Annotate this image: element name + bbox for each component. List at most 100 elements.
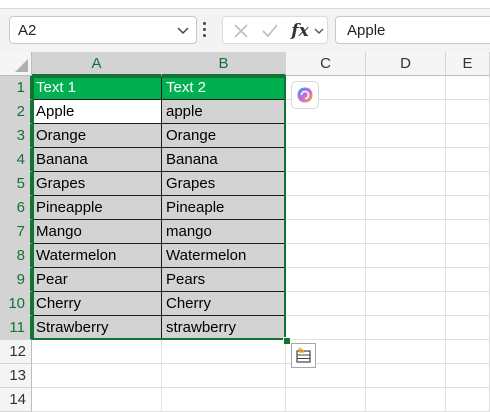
empty-cell[interactable]	[286, 244, 366, 268]
chevron-down-icon[interactable]	[176, 23, 190, 37]
empty-cell[interactable]	[286, 124, 366, 148]
column-header-c[interactable]: C	[286, 52, 366, 76]
function-dropdown[interactable]	[311, 17, 327, 45]
empty-cell[interactable]	[286, 292, 366, 316]
empty-cell[interactable]	[366, 340, 446, 364]
empty-cell[interactable]	[446, 76, 490, 100]
table-cell[interactable]: Watermelon	[32, 244, 162, 268]
empty-cell[interactable]	[32, 364, 162, 388]
empty-cell[interactable]	[446, 364, 490, 388]
fill-handle[interactable]	[283, 337, 291, 345]
empty-cell[interactable]	[366, 172, 446, 196]
empty-cell[interactable]	[32, 388, 162, 412]
table-cell[interactable]: mango	[162, 220, 286, 244]
row-header[interactable]: 12	[0, 340, 32, 364]
empty-cell[interactable]	[366, 220, 446, 244]
table-cell[interactable]: Banana	[162, 148, 286, 172]
empty-cell[interactable]	[366, 364, 446, 388]
empty-cell[interactable]	[366, 100, 446, 124]
header-cell[interactable]: Text 1	[32, 76, 162, 100]
name-box-value[interactable]: A2	[18, 22, 36, 39]
empty-cell[interactable]	[366, 124, 446, 148]
table-cell[interactable]: Grapes	[162, 172, 286, 196]
empty-cell[interactable]	[286, 388, 366, 412]
empty-cell[interactable]	[366, 388, 446, 412]
row-header[interactable]: 10	[0, 292, 32, 316]
empty-cell[interactable]	[446, 196, 490, 220]
table-cell[interactable]: Pear	[32, 268, 162, 292]
table-cell[interactable]: Banana	[32, 148, 162, 172]
empty-cell[interactable]	[366, 148, 446, 172]
table-cell[interactable]: Pineapple	[32, 196, 162, 220]
table-cell[interactable]: Orange	[32, 124, 162, 148]
row-header[interactable]: 14	[0, 388, 32, 412]
table-cell[interactable]: strawberry	[162, 316, 286, 340]
table-cell[interactable]: apple	[162, 100, 286, 124]
table-cell[interactable]: Mango	[32, 220, 162, 244]
row-header[interactable]: 9	[0, 268, 32, 292]
empty-cell[interactable]	[366, 196, 446, 220]
empty-cell[interactable]	[286, 148, 366, 172]
empty-cell[interactable]	[286, 268, 366, 292]
formula-input-value[interactable]: Apple	[347, 22, 385, 39]
row-header[interactable]: 13	[0, 364, 32, 388]
row-header[interactable]: 11	[0, 316, 32, 340]
empty-cell[interactable]	[366, 244, 446, 268]
empty-cell[interactable]	[446, 220, 490, 244]
active-cell[interactable]: Apple	[32, 100, 162, 124]
empty-cell[interactable]	[366, 316, 446, 340]
cancel-button[interactable]	[227, 17, 255, 45]
column-header-a[interactable]: A	[32, 52, 162, 76]
empty-cell[interactable]	[286, 196, 366, 220]
empty-cell[interactable]	[446, 292, 490, 316]
empty-cell[interactable]	[286, 220, 366, 244]
row-header[interactable]: 1	[0, 76, 32, 100]
empty-cell[interactable]	[286, 172, 366, 196]
table-cell[interactable]: Pineaple	[162, 196, 286, 220]
table-cell[interactable]: Watermelon	[162, 244, 286, 268]
copilot-icon	[297, 87, 313, 103]
empty-cell[interactable]	[366, 292, 446, 316]
table-cell[interactable]: Strawberry	[32, 316, 162, 340]
column-header-e[interactable]: E	[446, 52, 490, 76]
empty-cell[interactable]	[446, 340, 490, 364]
enter-button[interactable]	[255, 17, 285, 45]
empty-cell[interactable]	[32, 340, 162, 364]
empty-cell[interactable]	[162, 364, 286, 388]
empty-cell[interactable]	[286, 316, 366, 340]
empty-cell[interactable]	[446, 172, 490, 196]
row-header[interactable]: 3	[0, 124, 32, 148]
empty-cell[interactable]	[446, 388, 490, 412]
quick-analysis-button[interactable]	[291, 343, 316, 368]
empty-cell[interactable]	[446, 244, 490, 268]
row-header[interactable]: 5	[0, 172, 32, 196]
empty-cell[interactable]	[446, 100, 490, 124]
table-cell[interactable]: Grapes	[32, 172, 162, 196]
row-header[interactable]: 8	[0, 244, 32, 268]
more-options-icon[interactable]	[203, 22, 207, 38]
table-cell[interactable]: Pears	[162, 268, 286, 292]
select-all-button[interactable]	[0, 52, 32, 76]
row-header[interactable]: 7	[0, 220, 32, 244]
table-cell[interactable]: Cherry	[162, 292, 286, 316]
empty-cell[interactable]	[446, 124, 490, 148]
row-header[interactable]: 6	[0, 196, 32, 220]
empty-cell[interactable]	[162, 388, 286, 412]
header-cell[interactable]: Text 2	[162, 76, 286, 100]
table-cell[interactable]: Orange	[162, 124, 286, 148]
formula-input[interactable]: Apple	[335, 16, 490, 44]
empty-cell[interactable]	[446, 316, 490, 340]
empty-cell[interactable]	[446, 268, 490, 292]
copilot-button[interactable]	[291, 81, 319, 109]
row-header[interactable]: 4	[0, 148, 32, 172]
name-box[interactable]: A2	[9, 16, 197, 44]
empty-cell[interactable]	[162, 340, 286, 364]
empty-cell[interactable]	[446, 148, 490, 172]
insert-function-button[interactable]: fx	[287, 17, 313, 45]
empty-cell[interactable]	[366, 76, 446, 100]
table-cell[interactable]: Cherry	[32, 292, 162, 316]
row-header[interactable]: 2	[0, 100, 32, 124]
column-header-d[interactable]: D	[366, 52, 446, 76]
column-header-b[interactable]: B	[162, 52, 286, 76]
empty-cell[interactable]	[366, 268, 446, 292]
